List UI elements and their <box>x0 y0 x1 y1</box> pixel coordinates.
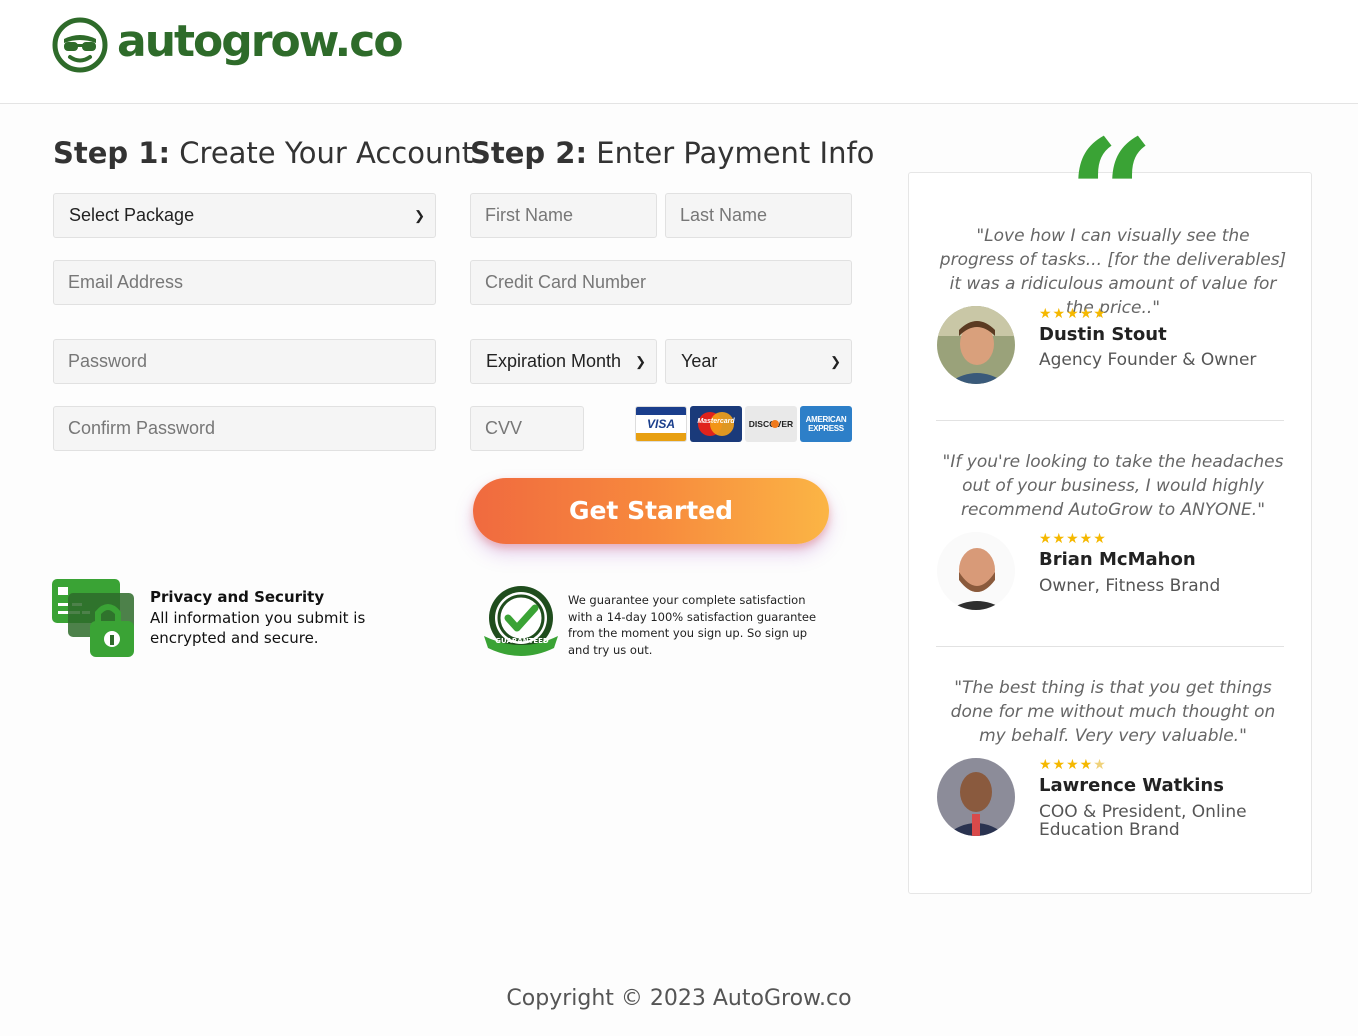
testimonial-quote: "If you're looking to take the headaches… <box>942 452 1284 520</box>
visa-label: VISA <box>646 417 675 431</box>
cvv-field[interactable]: CVV <box>470 406 584 451</box>
confirm-password-field[interactable]: Confirm Password <box>53 406 436 451</box>
get-started-button[interactable]: Get Started <box>473 478 829 544</box>
amex-icon: AMERICAN EXPRESS <box>800 406 852 442</box>
testimonial-role: Owner, Fitness Brand <box>1039 576 1221 596</box>
exp-year-value: Year <box>681 351 718 371</box>
visa-icon: VISA <box>635 406 687 442</box>
amex-label: AMERICAN EXPRESS <box>805 415 847 433</box>
testimonial-role: COO & President, Online Education Brand <box>1039 802 1247 840</box>
logo-icon[interactable] <box>52 17 108 73</box>
testimonial-name: Brian McMahon <box>1039 549 1196 570</box>
avatar <box>937 306 1015 384</box>
exp-month-select[interactable]: Expiration Month ❯ <box>470 339 657 384</box>
exp-year-select[interactable]: Year ❯ <box>665 339 852 384</box>
step2-heading: Step 2: Enter Payment Info <box>470 136 874 170</box>
mastercard-icon: Mastercard <box>690 406 742 442</box>
guarantee-badge-label: GUARANTEED <box>495 637 549 645</box>
password-field[interactable]: Password <box>53 339 436 384</box>
divider <box>936 420 1284 421</box>
guarantee-badge-icon <box>484 586 558 656</box>
testimonial-quote: "Love how I can visually see the progres… <box>939 226 1287 318</box>
copyright-text: Copyright © 2023 AutoGrow.co <box>506 986 852 1011</box>
avatar <box>937 532 1015 610</box>
divider <box>936 646 1284 647</box>
rating-stars: ★★★★★ <box>1039 756 1107 772</box>
package-select-value: Select Package <box>69 205 195 225</box>
privacy-text: All information you submit is encrypted … <box>150 609 366 647</box>
step1-heading: Step 1: Create Your Account <box>53 136 473 170</box>
email-field[interactable]: Email Address <box>53 260 436 305</box>
rating-stars: ★★★★★ <box>1039 305 1107 321</box>
step1-title: Create Your Account <box>179 136 474 170</box>
card-number-field[interactable]: Credit Card Number <box>470 260 852 305</box>
package-select[interactable]: Select Package ❯ <box>53 193 436 238</box>
first-name-field[interactable]: First Name <box>470 193 657 238</box>
chevron-down-icon: ❯ <box>635 354 646 369</box>
privacy-title: Privacy and Security <box>150 588 325 606</box>
avatar <box>937 758 1015 836</box>
rating-stars: ★★★★★ <box>1039 530 1107 546</box>
testimonial-name: Lawrence Watkins <box>1039 775 1224 796</box>
step2-label: Step 2: <box>470 136 588 170</box>
mastercard-label: Mastercard <box>697 418 735 425</box>
chevron-down-icon: ❯ <box>830 354 841 369</box>
testimonial-name: Dustin Stout <box>1039 324 1167 345</box>
guarantee-text: We guarantee your complete satisfaction … <box>568 593 817 657</box>
site-header: autogrow.co <box>0 0 1358 104</box>
secure-lock-icon <box>52 579 134 657</box>
exp-month-value: Expiration Month <box>486 351 622 371</box>
logo-text[interactable]: autogrow.co <box>117 16 404 67</box>
discover-icon: DISCOVER <box>745 406 797 442</box>
testimonial-quote: "The best thing is that you get things d… <box>950 678 1276 746</box>
testimonial-role: Agency Founder & Owner <box>1039 350 1257 370</box>
step1-label: Step 1: <box>53 136 171 170</box>
last-name-field[interactable]: Last Name <box>665 193 852 238</box>
step2-title: Enter Payment Info <box>596 136 875 170</box>
chevron-down-icon: ❯ <box>414 208 425 223</box>
